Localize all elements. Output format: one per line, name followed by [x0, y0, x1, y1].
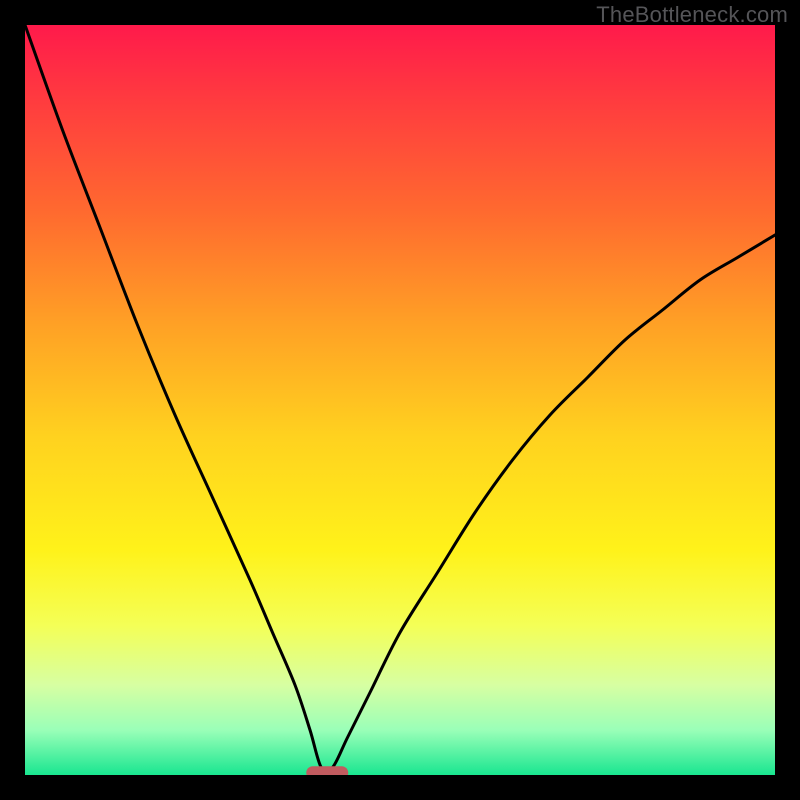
gradient-chart	[25, 25, 775, 775]
watermark-text: TheBottleneck.com	[596, 2, 788, 28]
plot-area	[25, 25, 775, 775]
minimum-marker	[306, 766, 348, 775]
gradient-background	[25, 25, 775, 775]
chart-frame: TheBottleneck.com	[0, 0, 800, 800]
